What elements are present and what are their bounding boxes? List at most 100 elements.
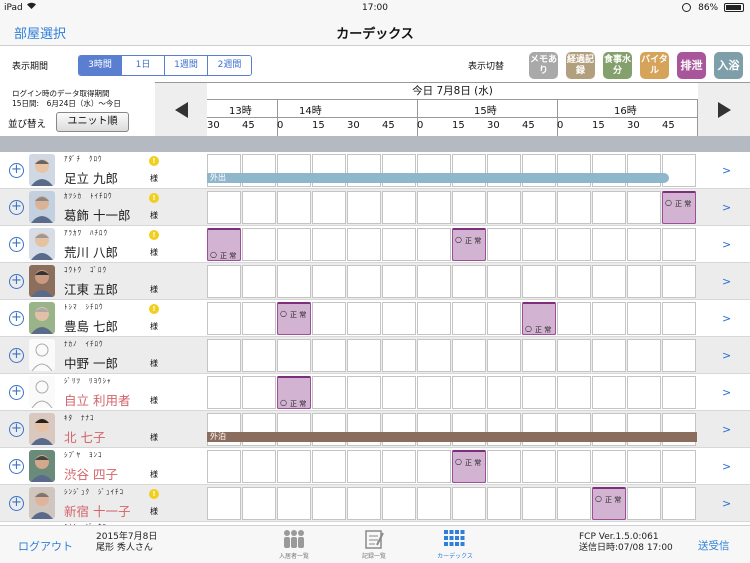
time-slot-cell[interactable] bbox=[452, 487, 486, 520]
time-slot-cell[interactable] bbox=[627, 191, 661, 224]
period-option-3h[interactable]: 3時間 bbox=[79, 56, 122, 75]
resident-row[interactable]: + ｼﾝｼﾞｭｸ ｼﾞｭｲﾁｺ 新宿 十一子 様! > ○ 正 常 bbox=[0, 485, 750, 522]
time-slot-cell[interactable] bbox=[487, 265, 521, 298]
time-slot-cell[interactable] bbox=[662, 376, 696, 409]
time-slot-cell[interactable] bbox=[487, 228, 521, 261]
time-slot-cell[interactable] bbox=[417, 376, 451, 409]
time-slot-cell[interactable] bbox=[452, 339, 486, 372]
time-slot-cell[interactable] bbox=[312, 487, 346, 520]
add-record-button[interactable]: + bbox=[9, 496, 24, 511]
time-slot-cell[interactable] bbox=[662, 450, 696, 483]
time-slot-cell[interactable] bbox=[207, 376, 241, 409]
time-slot-cell[interactable] bbox=[662, 302, 696, 335]
add-record-button[interactable]: + bbox=[9, 163, 24, 178]
sort-unit-button[interactable]: ユニット順 bbox=[56, 112, 129, 132]
time-slot-cell[interactable] bbox=[312, 265, 346, 298]
resident-row[interactable]: + ｼﾞﾘﾂ ﾘﾖｳｼｬ 自立 利用者 様 > ○ 正 常 bbox=[0, 374, 750, 411]
row-detail-chevron-icon[interactable]: > bbox=[722, 312, 731, 325]
time-slot-cell[interactable] bbox=[207, 191, 241, 224]
time-slot-cell[interactable] bbox=[277, 339, 311, 372]
time-slot-cell[interactable] bbox=[487, 487, 521, 520]
absence-bar[interactable]: 外泊 bbox=[207, 432, 697, 442]
time-slot-cell[interactable] bbox=[312, 191, 346, 224]
time-slot-cell[interactable] bbox=[522, 487, 556, 520]
timeline-next-button[interactable] bbox=[698, 83, 750, 136]
time-slot-cell[interactable] bbox=[242, 228, 276, 261]
toggle-memo-button[interactable]: メモあり bbox=[529, 52, 558, 79]
time-slot-cell[interactable] bbox=[207, 487, 241, 520]
sync-button[interactable]: 送受信 bbox=[698, 538, 730, 553]
time-slot-cell[interactable] bbox=[242, 191, 276, 224]
time-slot-cell[interactable] bbox=[592, 302, 626, 335]
time-slot-cell[interactable] bbox=[382, 376, 416, 409]
time-slot-cell[interactable] bbox=[347, 376, 381, 409]
time-slot-cell[interactable] bbox=[627, 450, 661, 483]
time-slot-cell[interactable] bbox=[627, 228, 661, 261]
excretion-event[interactable]: ○ 正 常 bbox=[452, 228, 486, 261]
time-slot-cell[interactable] bbox=[242, 339, 276, 372]
time-slot-cell[interactable] bbox=[522, 191, 556, 224]
resident-row[interactable]: + ｷﾀ ﾅﾅｺ 北 七子 様 > 外泊 bbox=[0, 411, 750, 448]
time-slot-cell[interactable] bbox=[417, 191, 451, 224]
time-slot-cell[interactable] bbox=[417, 265, 451, 298]
time-slot-cell[interactable] bbox=[382, 339, 416, 372]
time-slot-cell[interactable] bbox=[312, 228, 346, 261]
toggle-vital-button[interactable]: バイタル bbox=[640, 52, 669, 79]
resident-row[interactable]: + ｱﾗｶﾜ ﾊﾁﾛｳ 荒川 八郎 様! > ○ 正 常 ○ 正 常 bbox=[0, 226, 750, 263]
time-slot-cell[interactable] bbox=[592, 191, 626, 224]
time-slot-cell[interactable] bbox=[207, 339, 241, 372]
time-slot-cell[interactable] bbox=[312, 376, 346, 409]
time-slot-cell[interactable] bbox=[382, 228, 416, 261]
time-slot-cell[interactable] bbox=[452, 265, 486, 298]
time-slot-cell[interactable] bbox=[592, 339, 626, 372]
time-slot-cell[interactable] bbox=[557, 228, 591, 261]
excretion-event[interactable]: ○ 正 常 bbox=[522, 302, 556, 335]
time-slot-cell[interactable] bbox=[382, 302, 416, 335]
add-record-button[interactable]: + bbox=[9, 311, 24, 326]
time-slot-cell[interactable] bbox=[627, 487, 661, 520]
add-record-button[interactable]: + bbox=[9, 385, 24, 400]
toggle-excretion-button[interactable]: 排泄 bbox=[677, 52, 706, 79]
time-slot-cell[interactable] bbox=[487, 376, 521, 409]
excretion-event[interactable]: ○ 正 常 bbox=[277, 376, 311, 409]
time-slot-cell[interactable] bbox=[662, 228, 696, 261]
time-slot-cell[interactable] bbox=[347, 302, 381, 335]
add-record-button[interactable]: + bbox=[9, 200, 24, 215]
time-slot-cell[interactable] bbox=[277, 487, 311, 520]
add-record-button[interactable]: + bbox=[9, 237, 24, 252]
toggle-meal-button[interactable]: 食事水分 bbox=[603, 52, 632, 79]
add-record-button[interactable]: + bbox=[9, 348, 24, 363]
row-detail-chevron-icon[interactable]: > bbox=[722, 275, 731, 288]
time-slot-cell[interactable] bbox=[312, 450, 346, 483]
resident-row[interactable]: + ｼﾌﾞﾔ ﾖﾝｺ 渋谷 四子 様 > ○ 正 常 bbox=[0, 448, 750, 485]
tab-record-list[interactable]: 記録一覧 bbox=[339, 529, 409, 560]
time-slot-cell[interactable] bbox=[347, 339, 381, 372]
time-slot-cell[interactable] bbox=[417, 228, 451, 261]
excretion-event[interactable]: ○ 正 常 bbox=[277, 302, 311, 335]
tab-resident-list[interactable]: 入居者一覧 bbox=[259, 529, 329, 560]
period-option-1w[interactable]: 1週間 bbox=[165, 56, 208, 75]
time-slot-cell[interactable] bbox=[382, 487, 416, 520]
time-slot-cell[interactable] bbox=[487, 339, 521, 372]
add-record-button[interactable]: + bbox=[9, 459, 24, 474]
period-option-2w[interactable]: 2週間 bbox=[208, 56, 251, 75]
resident-row[interactable]: + ｺｳﾄｳ ｺﾞﾛｳ 江東 五郎 様 > bbox=[0, 263, 750, 300]
timeline-prev-button[interactable] bbox=[155, 83, 207, 136]
time-slot-cell[interactable] bbox=[417, 450, 451, 483]
time-slot-cell[interactable] bbox=[627, 302, 661, 335]
time-slot-cell[interactable] bbox=[592, 228, 626, 261]
excretion-event[interactable]: ○ 正 常 bbox=[207, 228, 241, 261]
time-slot-cell[interactable] bbox=[662, 265, 696, 298]
toggle-progress-button[interactable]: 経過記録 bbox=[566, 52, 595, 79]
row-detail-chevron-icon[interactable]: > bbox=[722, 201, 731, 214]
time-slot-cell[interactable] bbox=[382, 191, 416, 224]
time-slot-cell[interactable] bbox=[627, 376, 661, 409]
time-slot-cell[interactable] bbox=[522, 450, 556, 483]
time-slot-cell[interactable] bbox=[627, 339, 661, 372]
row-detail-chevron-icon[interactable]: > bbox=[722, 460, 731, 473]
time-slot-cell[interactable] bbox=[627, 265, 661, 298]
time-slot-cell[interactable] bbox=[452, 376, 486, 409]
time-slot-cell[interactable] bbox=[242, 487, 276, 520]
time-slot-cell[interactable] bbox=[662, 487, 696, 520]
time-slot-cell[interactable] bbox=[557, 339, 591, 372]
